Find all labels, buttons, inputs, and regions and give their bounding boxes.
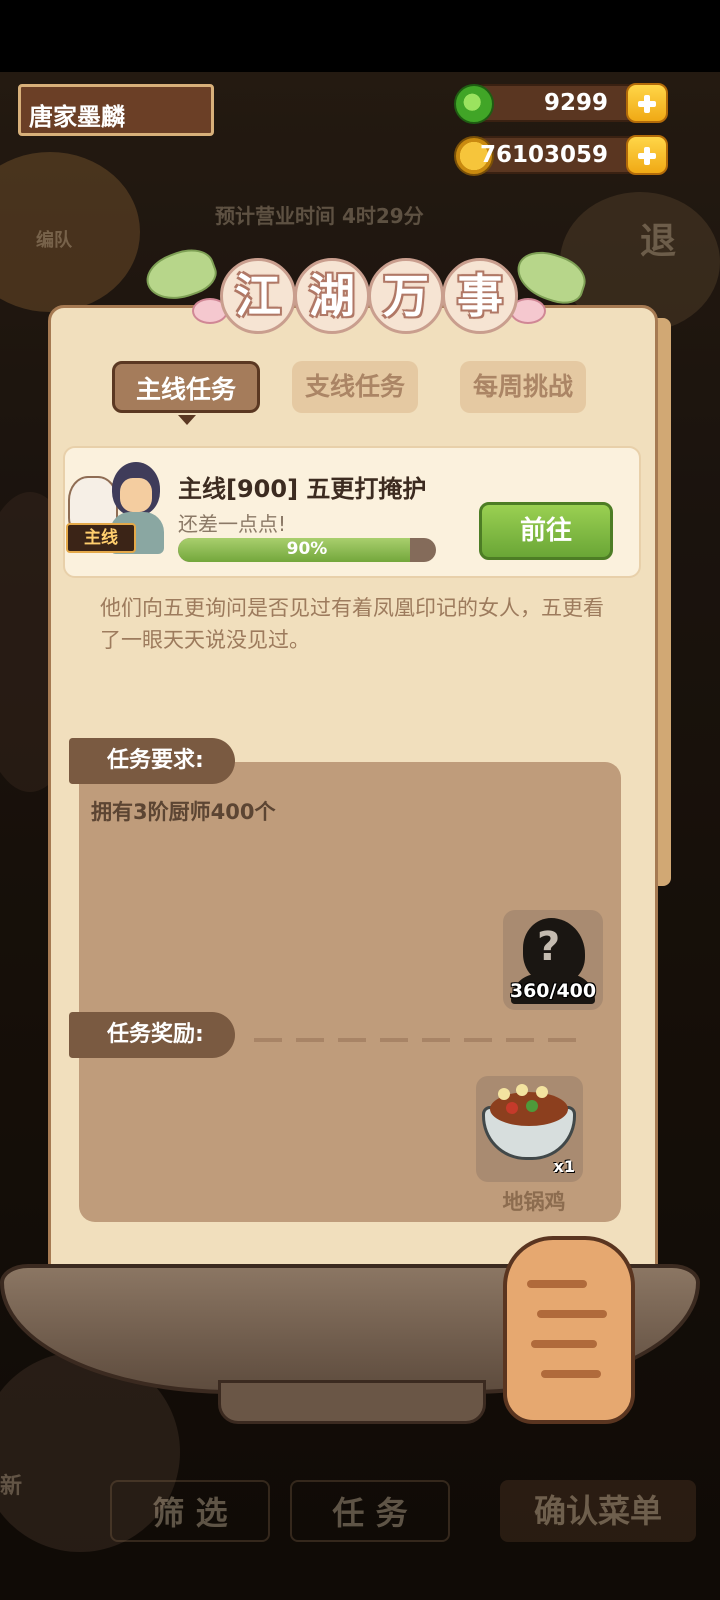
main-quest-badge: 主线 [66,523,136,553]
quest-title: 主线[900] 五更打掩护 [178,475,427,503]
requirement-heading: 任务要求: [69,738,235,784]
task-button[interactable]: 任 务 [290,1480,450,1542]
jade-icon [454,84,494,124]
team-button[interactable]: 编队 [36,226,72,252]
business-time-text: 预计营业时间 4时29分 [215,204,424,228]
go-button[interactable]: 前往 [479,502,613,560]
requirement-chef-slot[interactable]: ? 360/400 [503,910,603,1010]
pot-base-decor [218,1380,486,1424]
reward-name: 地锅鸡 [502,1190,566,1214]
filter-button[interactable]: 筛 选 [110,1480,270,1542]
progress-text: 90% [286,539,328,559]
new-badge: 新 [0,1474,23,1499]
coin-value: 76103059 [479,142,608,168]
jade-counter: 9299 [454,83,668,124]
question-mark-icon: ? [537,924,561,970]
title-char: 事 [457,269,503,323]
reward-quantity: x1 [553,1157,575,1176]
requirement-text: 拥有3阶厨师400个 [91,800,276,824]
player-name-box: 唐家墨麟 [18,84,214,136]
title-char: 湖 [309,269,355,323]
confirm-menu-button[interactable]: 确认菜单 [500,1480,696,1542]
coin-counter: 76103059 [454,135,668,176]
quest-progress-bar: 90% [178,538,436,562]
divider [254,1038,584,1042]
panel-title: 江 湖 万 事 [140,241,592,340]
tab-pointer [178,415,196,425]
quest-description: 他们向五更询问是否见过有着凤凰印记的女人，五更看了一眼天天说没见过。 [100,596,604,652]
reward-dish-slot[interactable]: x1 [476,1076,583,1182]
player-name: 唐家墨麟 [29,103,125,131]
reward-heading: 任务奖励: [69,1012,235,1058]
add-coins-button[interactable] [626,135,668,175]
requirement-count: 360/400 [509,980,597,1002]
quest-subtitle: 还差一点点! [178,512,287,536]
title-char: 万 [383,269,429,323]
jade-value: 9299 [543,90,608,116]
tab-side-quest[interactable]: 支线任务 [292,361,418,413]
add-jade-button[interactable] [626,83,668,123]
cat-decor [503,1236,635,1424]
tab-weekly-challenge[interactable]: 每周挑战 [460,361,586,413]
title-char: 江 [235,269,281,323]
tab-main-quest[interactable]: 主线任务 [112,361,260,413]
exit-button[interactable]: 退 [640,212,676,264]
